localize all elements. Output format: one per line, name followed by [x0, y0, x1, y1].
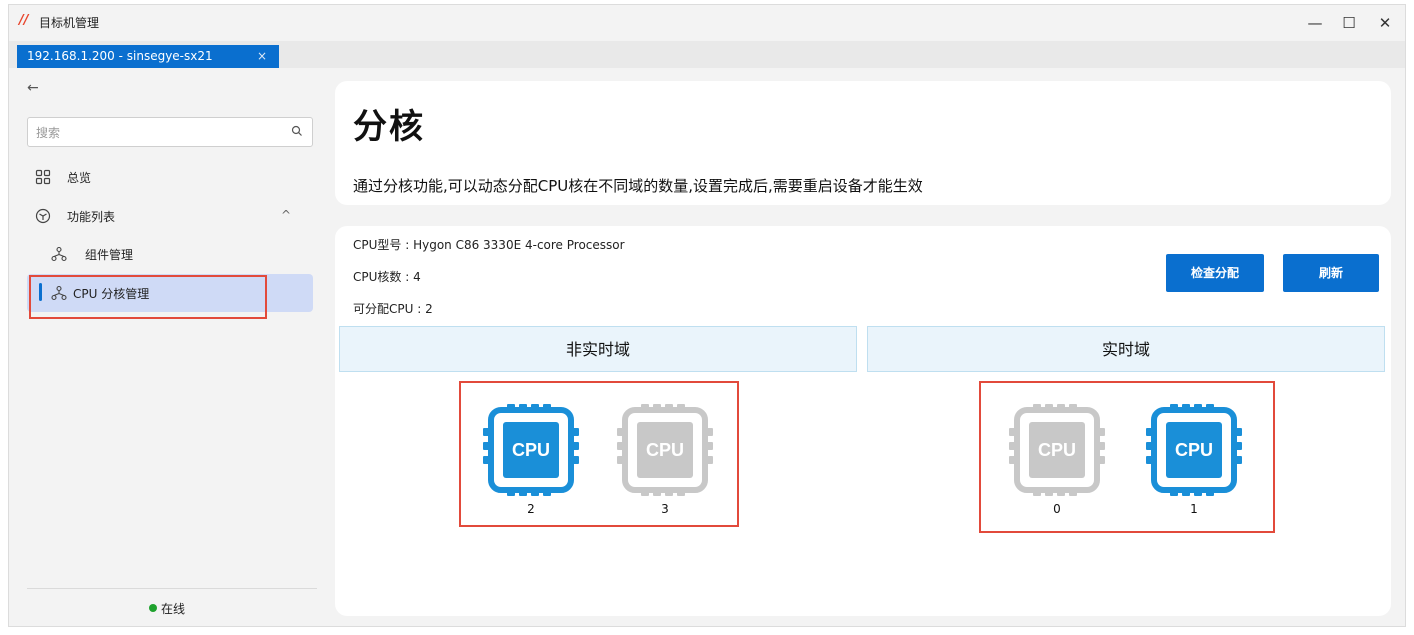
- cpu-core-0[interactable]: CPU 0: [1005, 398, 1109, 524]
- tab-strip: 192.168.1.200 - sinsegye-sx21 ×: [9, 41, 1405, 68]
- header-card: 分核 通过分核功能,可以动态分配CPU核在不同域的数量,设置完成后,需要重启设备…: [335, 81, 1391, 205]
- app-window: // 目标机管理 — ☐ ✕ 192.168.1.200 - sinsegye-…: [8, 4, 1406, 627]
- chevron-up-icon[interactable]: ^: [281, 208, 291, 222]
- cpu-core-id: 1: [1190, 502, 1198, 516]
- tab-close-icon[interactable]: ×: [257, 45, 267, 68]
- maximize-button[interactable]: ☐: [1331, 11, 1367, 35]
- sidebar-item-label: 组件管理: [85, 248, 134, 262]
- search-icon[interactable]: [290, 124, 304, 138]
- divider: [27, 588, 317, 589]
- tab-target-machine[interactable]: 192.168.1.200 - sinsegye-sx21 ×: [17, 45, 279, 68]
- title-bar: // 目标机管理 — ☐ ✕: [9, 5, 1405, 41]
- cpu-chip-icon: CPU: [617, 404, 713, 496]
- cpu-chip-icon: CPU: [1146, 404, 1242, 496]
- network-icon: [51, 285, 67, 301]
- cpu-chip-text: CPU: [512, 440, 550, 460]
- network-icon: [51, 246, 67, 262]
- search-box[interactable]: [27, 117, 313, 147]
- grid-icon: [35, 169, 51, 185]
- refresh-button[interactable]: 刷新: [1283, 254, 1379, 292]
- cpu-chip-text: CPU: [1175, 440, 1213, 460]
- sidebar-item-label: 总览: [67, 171, 92, 185]
- cpu-core-id: 0: [1053, 502, 1061, 516]
- check-allocation-button[interactable]: 检查分配: [1166, 254, 1264, 292]
- non-realtime-domain-header: 非实时域: [339, 326, 857, 372]
- cube-icon: [35, 208, 51, 224]
- cpu-core-id: 3: [661, 502, 669, 516]
- cpu-cores: CPU核数 : 4: [353, 270, 421, 284]
- page-title: 分核: [353, 107, 425, 147]
- sidebar-item-overview[interactable]: 总览: [27, 159, 313, 195]
- sidebar: ← 总览 功能列表 ^: [9, 68, 329, 626]
- connection-status: 在线: [149, 600, 185, 617]
- online-dot-icon: [149, 604, 157, 612]
- window-title: 目标机管理: [39, 16, 100, 30]
- app-logo: //: [19, 13, 29, 28]
- search-input[interactable]: [36, 124, 276, 142]
- status-text: 在线: [161, 602, 186, 616]
- cpu-core-3[interactable]: CPU 3: [613, 398, 717, 524]
- tab-label: 192.168.1.200 - sinsegye-sx21: [27, 49, 213, 63]
- realtime-domain-header: 实时域: [867, 326, 1385, 372]
- sidebar-item-cpu-core-management-content[interactable]: CPU 分核管理: [27, 275, 313, 311]
- sidebar-item-component-management[interactable]: 组件管理: [27, 236, 313, 272]
- sidebar-item-label: CPU 分核管理: [73, 287, 150, 301]
- sidebar-item-feature-list[interactable]: 功能列表 ^: [27, 198, 313, 234]
- cpu-chip-text: CPU: [1038, 440, 1076, 460]
- close-button[interactable]: ✕: [1367, 11, 1403, 35]
- content-card: CPU型号 : Hygon C86 3330E 4-core Processor…: [335, 226, 1391, 616]
- minimize-button[interactable]: —: [1297, 11, 1333, 35]
- cpu-chip-text: CPU: [646, 440, 684, 460]
- back-arrow-icon[interactable]: ←: [27, 80, 39, 96]
- cpu-chip-icon: CPU: [483, 404, 579, 496]
- page-description: 通过分核功能,可以动态分配CPU核在不同域的数量,设置完成后,需要重启设备才能生…: [353, 177, 923, 195]
- cpu-core-1[interactable]: CPU 1: [1142, 398, 1246, 524]
- cpu-chip-icon: CPU: [1009, 404, 1105, 496]
- cpu-allocatable: 可分配CPU : 2: [353, 302, 433, 316]
- cpu-core-2[interactable]: CPU 2: [479, 398, 583, 524]
- sidebar-item-label: 功能列表: [67, 210, 116, 224]
- cpu-model: CPU型号 : Hygon C86 3330E 4-core Processor: [353, 238, 625, 252]
- cpu-core-id: 2: [527, 502, 535, 516]
